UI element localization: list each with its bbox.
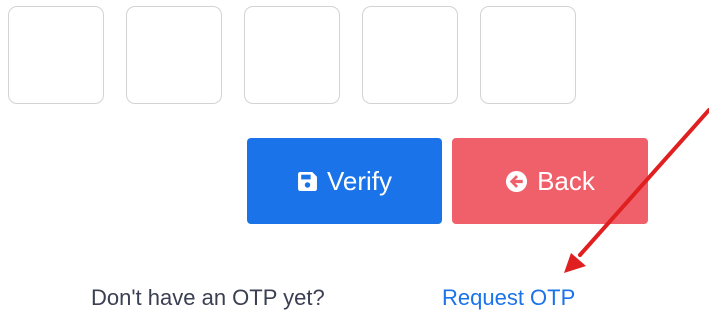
circle-arrow-left-icon <box>505 170 528 193</box>
verify-button[interactable]: Verify <box>247 138 442 224</box>
save-icon <box>297 171 318 192</box>
otp-digit-2[interactable] <box>126 6 222 104</box>
no-otp-prompt: Don't have an OTP yet? <box>91 285 325 310</box>
otp-digit-3[interactable] <box>244 6 340 104</box>
verify-label: Verify <box>326 165 393 196</box>
otp-digit-4[interactable] <box>362 6 458 104</box>
request-otp-link[interactable]: Request OTP <box>442 284 575 312</box>
otp-digit-1[interactable] <box>8 6 104 104</box>
otp-digit-5[interactable] <box>480 6 576 104</box>
back-button[interactable]: Back <box>452 138 648 224</box>
back-label: Back <box>537 165 595 196</box>
otp-input-group <box>8 6 576 104</box>
